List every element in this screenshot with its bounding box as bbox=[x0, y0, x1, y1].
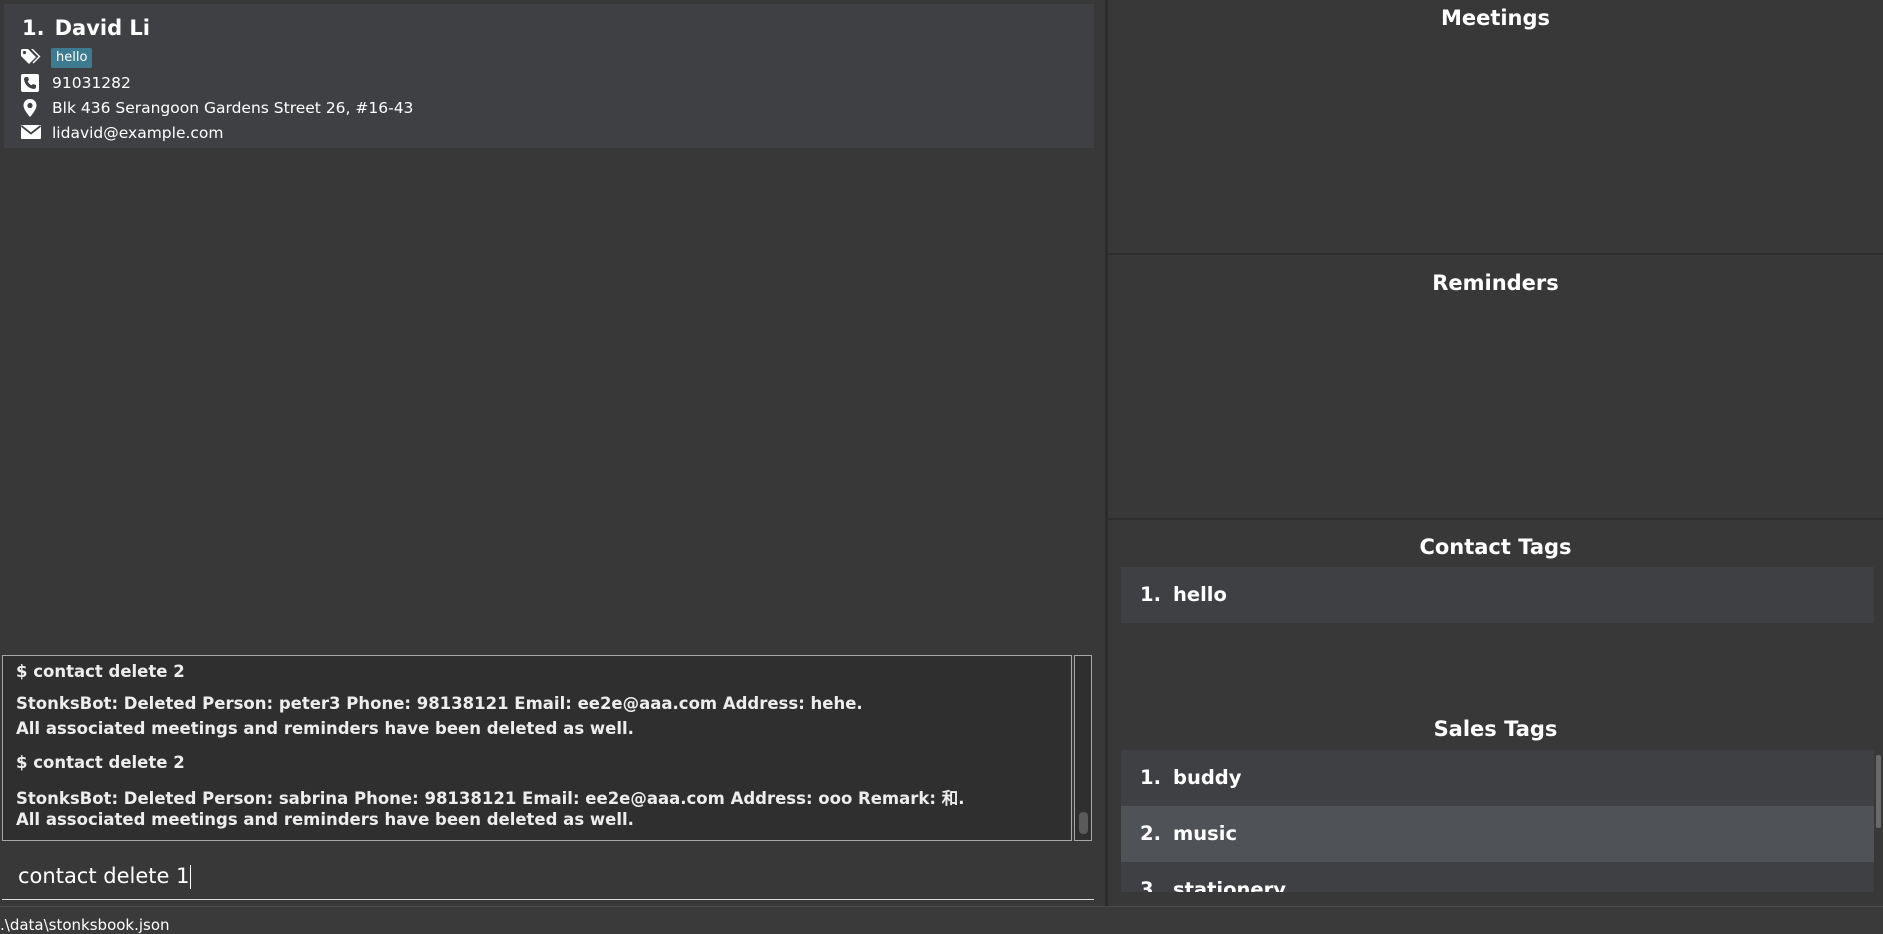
contact-tag-label: hello bbox=[1172, 583, 1227, 606]
contact-tags-title: Contact Tags bbox=[1419, 535, 1572, 559]
status-bar: .\data\stonksbook.json bbox=[0, 906, 1883, 934]
person-name: 1. David Li bbox=[22, 16, 150, 40]
phone-icon bbox=[20, 73, 44, 93]
meetings-title: Meetings bbox=[1440, 6, 1551, 30]
result-line: All associated meetings and reminders ha… bbox=[16, 810, 634, 829]
result-line: $ contact delete 2 bbox=[16, 662, 185, 681]
right-pane: Meetings Reminders Contact Tags 1. hello … bbox=[1108, 0, 1883, 906]
tags-row bbox=[20, 48, 52, 68]
sales-tags-list[interactable]: 1. buddy 2. music 3. stationery bbox=[1108, 748, 1883, 892]
person-index: 1. bbox=[22, 16, 45, 40]
phone-row: 91031282 bbox=[20, 73, 131, 93]
result-scrollbar-thumb[interactable] bbox=[1079, 812, 1088, 834]
sales-tag-index: 2. bbox=[1140, 822, 1161, 845]
divider[interactable] bbox=[1108, 518, 1883, 520]
tags-icon bbox=[20, 48, 44, 68]
save-location: .\data\stonksbook.json bbox=[0, 916, 170, 934]
sales-tag-item[interactable]: 1. buddy bbox=[1121, 750, 1874, 806]
text-caret bbox=[190, 865, 192, 889]
tag-chip: hello bbox=[51, 48, 93, 68]
sales-tag-index: 1. bbox=[1140, 766, 1161, 789]
sales-tag-label: buddy bbox=[1172, 766, 1242, 789]
contact-tag-index: 1. bbox=[1140, 583, 1161, 606]
contact-tag-item[interactable]: 1. hello bbox=[1121, 567, 1874, 623]
command-box[interactable]: contact delete 1 bbox=[2, 850, 1094, 900]
result-line: $ contact delete 2 bbox=[16, 753, 185, 772]
result-line: All associated meetings and reminders ha… bbox=[16, 719, 634, 738]
phone-number: 91031282 bbox=[52, 74, 131, 92]
sales-tags-scrollbar[interactable] bbox=[1876, 755, 1881, 828]
map-pin-icon bbox=[20, 98, 44, 118]
command-input-value: contact delete 1 bbox=[18, 864, 190, 888]
left-pane: 1. David Li hello 91031282 Blk 436 Seran… bbox=[0, 0, 1105, 906]
email-text: lidavid@example.com bbox=[52, 124, 224, 142]
person-card[interactable]: 1. David Li hello 91031282 Blk 436 Seran… bbox=[4, 4, 1094, 148]
address-text: Blk 436 Serangoon Gardens Street 26, #16… bbox=[52, 99, 414, 117]
sales-tag-label: music bbox=[1172, 822, 1238, 845]
email-row: lidavid@example.com bbox=[20, 123, 224, 143]
envelope-icon bbox=[20, 123, 44, 143]
sales-tag-item[interactable]: 3. stationery bbox=[1121, 862, 1874, 892]
sales-tag-label: stationery bbox=[1172, 878, 1286, 892]
result-scrollbar[interactable] bbox=[1074, 655, 1092, 841]
result-line: StonksBot: Deleted Person: sabrina Phone… bbox=[16, 789, 965, 808]
result-line: StonksBot: Deleted Person: peter3 Phone:… bbox=[16, 694, 863, 713]
sales-tag-index: 3. bbox=[1140, 878, 1161, 892]
address-row: Blk 436 Serangoon Gardens Street 26, #16… bbox=[20, 98, 413, 118]
result-display[interactable]: $ contact delete 2 StonksBot: Deleted Pe… bbox=[2, 655, 1072, 841]
reminders-title: Reminders bbox=[1432, 271, 1559, 295]
person-name-text: David Li bbox=[54, 16, 151, 40]
divider[interactable] bbox=[1108, 253, 1883, 255]
sales-tags-title: Sales Tags bbox=[1433, 717, 1558, 741]
sales-tag-item-selected[interactable]: 2. music bbox=[1121, 806, 1874, 862]
command-input[interactable]: contact delete 1 bbox=[18, 864, 192, 889]
